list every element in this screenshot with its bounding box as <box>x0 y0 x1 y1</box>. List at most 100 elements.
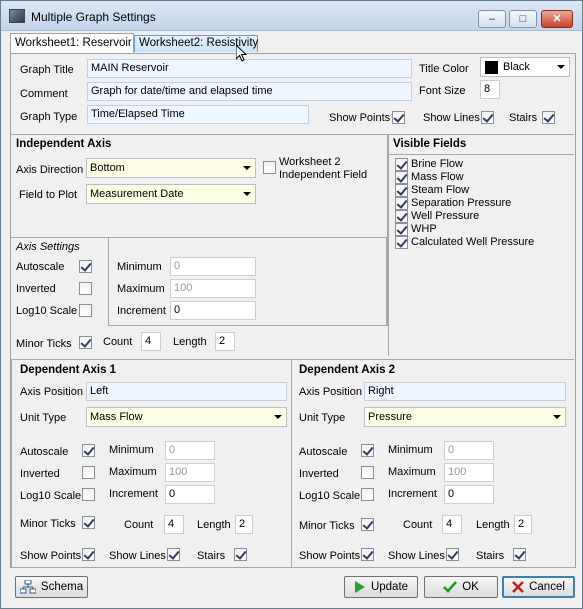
dep2-maximum-input[interactable]: 100 <box>444 463 494 482</box>
dep2-inverted-checkbox[interactable] <box>361 466 374 479</box>
field-checkbox[interactable] <box>395 184 408 197</box>
show-points-label: Show Points <box>329 112 391 124</box>
show-points-checkbox[interactable] <box>392 111 405 124</box>
visible-field-item[interactable]: Well Pressure <box>395 210 573 223</box>
dep1-inverted-checkbox[interactable] <box>82 466 95 479</box>
ind-log10-label: Log10 Scale <box>16 305 78 317</box>
dep1-unit-select[interactable]: Mass Flow <box>86 407 287 427</box>
axis-settings-label: Axis Settings <box>16 241 80 253</box>
dep2-position-input[interactable]: Right <box>364 382 566 401</box>
dep1-minor-ticks-checkbox[interactable] <box>82 516 95 529</box>
dep2-stairs-checkbox[interactable] <box>513 548 526 561</box>
dep2-increment-input[interactable]: 0 <box>444 485 494 504</box>
dep2-show-points-checkbox[interactable] <box>361 548 374 561</box>
field-checkbox[interactable] <box>395 223 408 236</box>
tab-worksheet1[interactable]: Worksheet1: Reservoir <box>10 33 134 53</box>
chevron-down-icon <box>274 415 282 419</box>
ind-minor-ticks-label: Minor Ticks <box>16 338 72 350</box>
field-label: Calculated Well Pressure <box>411 236 535 248</box>
axis-direction-select[interactable]: Bottom <box>86 158 256 178</box>
dep2-autoscale-checkbox[interactable] <box>361 444 374 457</box>
dep2-log10-checkbox[interactable] <box>361 488 374 501</box>
ws2-independent-label-1: Worksheet 2 <box>279 156 341 168</box>
chevron-down-icon <box>243 166 251 170</box>
close-button[interactable]: ✕ <box>541 10 573 28</box>
dep2-minor-ticks-checkbox[interactable] <box>361 518 374 531</box>
dep1-log10-label: Log10 Scale <box>20 490 82 502</box>
dep2-stairs-label: Stairs <box>476 550 505 562</box>
field-to-plot-select[interactable]: Measurement Date <box>86 184 256 204</box>
dep1-minimum-input[interactable]: 0 <box>165 441 215 460</box>
visible-field-item[interactable]: Mass Flow <box>395 171 573 184</box>
dep2-count-label: Count <box>403 519 433 531</box>
update-label: Update <box>370 581 409 593</box>
field-checkbox[interactable] <box>395 158 408 171</box>
visible-field-item[interactable]: Brine Flow <box>395 158 573 171</box>
dep2-unit-select[interactable]: Pressure <box>364 407 566 427</box>
visible-field-item[interactable]: Steam Flow <box>395 184 573 197</box>
dep1-length-input[interactable]: 2 <box>235 515 253 534</box>
dep1-show-lines-checkbox[interactable] <box>167 548 180 561</box>
field-checkbox[interactable] <box>395 171 408 184</box>
app-icon <box>9 9 25 23</box>
dep2-count-input[interactable]: 4 <box>442 515 462 534</box>
ind-autoscale-checkbox[interactable] <box>79 260 92 273</box>
dep1-maximum-input[interactable]: 100 <box>165 463 215 482</box>
ind-minimum-input[interactable]: 0 <box>170 257 256 276</box>
dep1-count-input[interactable]: 4 <box>164 515 184 534</box>
visible-field-item[interactable]: Separation Pressure <box>395 197 573 210</box>
field-checkbox[interactable] <box>395 236 408 249</box>
title-color-select[interactable]: Black <box>480 57 570 77</box>
field-to-plot-label: Field to Plot <box>19 189 78 201</box>
window-title: Multiple Graph Settings <box>31 10 156 24</box>
dep1-inverted-label: Inverted <box>20 468 60 480</box>
field-to-plot-value: Measurement Date <box>90 188 184 200</box>
ind-length-label: Length <box>173 336 207 348</box>
ws2-independent-checkbox[interactable] <box>263 161 276 174</box>
dep2-show-lines-checkbox[interactable] <box>446 548 459 561</box>
chevron-down-icon <box>553 415 561 419</box>
ind-log10-checkbox[interactable] <box>79 304 92 317</box>
checkmark-icon <box>443 581 458 593</box>
ind-inverted-checkbox[interactable] <box>79 282 92 295</box>
dep1-show-points-checkbox[interactable] <box>82 548 95 561</box>
dep2-maximum-label: Maximum <box>388 466 436 478</box>
visible-field-item[interactable]: Calculated Well Pressure <box>395 236 573 249</box>
dep1-log10-checkbox[interactable] <box>82 488 95 501</box>
dep1-length-label: Length <box>197 519 231 531</box>
minimize-button[interactable]: – <box>478 10 506 28</box>
dep1-stairs-checkbox[interactable] <box>234 548 247 561</box>
dep1-stairs-label: Stairs <box>197 550 226 562</box>
dep1-position-label: Axis Position <box>20 386 83 398</box>
update-button[interactable]: Update <box>344 576 418 598</box>
dep1-autoscale-checkbox[interactable] <box>82 444 95 457</box>
ind-count-input[interactable]: 4 <box>141 332 161 351</box>
dep2-minor-ticks-label: Minor Ticks <box>299 520 355 532</box>
font-size-input[interactable]: 8 <box>480 80 500 99</box>
ind-minor-ticks-checkbox[interactable] <box>79 336 92 349</box>
dep2-length-input[interactable]: 2 <box>514 515 532 534</box>
dep2-minimum-input[interactable]: 0 <box>444 441 494 460</box>
stairs-checkbox[interactable] <box>542 111 555 124</box>
ok-button[interactable]: OK <box>424 576 498 598</box>
ind-maximum-input[interactable]: 100 <box>170 279 256 298</box>
ind-increment-input[interactable]: 0 <box>170 301 256 320</box>
schema-button[interactable]: Schema <box>15 576 88 598</box>
field-checkbox[interactable] <box>395 210 408 223</box>
dep2-autoscale-label: Autoscale <box>299 446 348 458</box>
graph-title-input[interactable]: MAIN Reservoir <box>87 59 412 78</box>
comment-input[interactable]: Graph for date/time and elapsed time <box>87 82 412 101</box>
ind-increment-label: Increment <box>117 305 166 317</box>
dep1-increment-input[interactable]: 0 <box>165 485 215 504</box>
maximize-button[interactable]: □ <box>509 10 537 28</box>
dep1-minimum-label: Minimum <box>109 444 154 456</box>
dep1-position-input[interactable]: Left <box>86 382 287 401</box>
dep2-unit-value: Pressure <box>368 411 413 423</box>
dialog-window: Multiple Graph Settings – □ ✕ Worksheet1… <box>0 0 583 609</box>
visible-field-item[interactable]: WHP <box>395 223 573 236</box>
graph-type-input[interactable]: Time/Elapsed Time <box>87 105 309 124</box>
cancel-button[interactable]: Cancel <box>502 576 575 598</box>
show-lines-checkbox[interactable] <box>481 111 494 124</box>
ind-length-input[interactable]: 2 <box>215 332 235 351</box>
field-checkbox[interactable] <box>395 197 408 210</box>
